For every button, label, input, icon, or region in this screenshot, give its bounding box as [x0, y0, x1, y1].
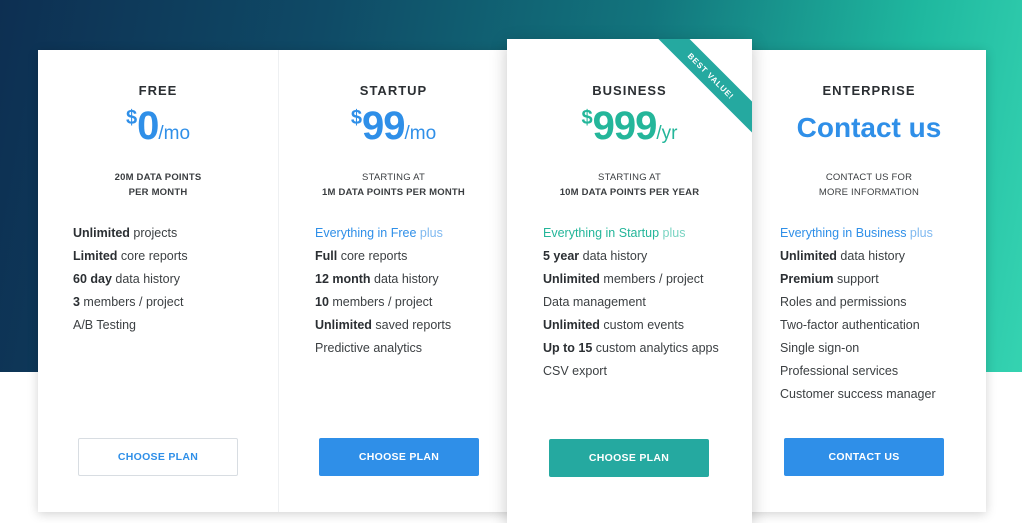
- feature-item: Premium support: [780, 272, 879, 286]
- feature-list: Everything in Startup plus 5 year data h…: [543, 222, 719, 383]
- plan-card-enterprise: ENTERPRISE Contact us CONTACT US FOR MOR…: [752, 50, 986, 512]
- plan-subtitle: STARTING AT 10M DATA POINTS PER YEAR: [507, 170, 752, 200]
- plan-name: BUSINESS: [592, 83, 667, 98]
- plan-subtitle-line1: CONTACT US FOR: [825, 172, 913, 183]
- plan-subtitle-line1: 20M DATA POINTS: [114, 172, 202, 183]
- feature-item: Professional services: [780, 364, 899, 378]
- feature-item: Unlimited members / project: [543, 272, 704, 286]
- plan-name: STARTUP: [359, 83, 428, 98]
- price-amount: 0: [137, 104, 159, 148]
- plan-subtitle-line2: MORE INFORMATION: [818, 187, 920, 198]
- feature-list: Everything in Business plus Unlimited da…: [780, 222, 936, 406]
- feature-item: Predictive analytics: [315, 341, 422, 355]
- plan-price-contact: Contact us: [796, 112, 942, 143]
- feature-list: Unlimited projects Limited core reports …: [73, 222, 188, 337]
- plan-price: $99/mo: [279, 106, 508, 146]
- plan-subtitle: CONTACT US FOR MORE INFORMATION: [752, 170, 986, 200]
- plan-card-business: BEST VALUE! BUSINESS $999/yr STARTING AT…: [507, 39, 752, 523]
- price-currency: $: [125, 107, 138, 129]
- feature-intro: Everything in Startup plus: [543, 226, 686, 240]
- feature-item: Unlimited custom events: [543, 318, 685, 332]
- price-currency: $: [350, 107, 362, 129]
- plan-price: $999/yr: [507, 106, 752, 146]
- plan-name: FREE: [138, 83, 178, 98]
- plan-subtitle-line2: 10M DATA POINTS PER YEAR: [559, 187, 700, 198]
- plan-price: $0/mo: [38, 106, 278, 146]
- price-period: /mo: [158, 123, 191, 144]
- feature-item: 5 year data history: [543, 249, 648, 263]
- price-amount: 99: [361, 104, 405, 148]
- price-period: /mo: [404, 123, 437, 144]
- plan-subtitle-line1: STARTING AT: [362, 172, 425, 183]
- feature-item: Limited core reports: [73, 249, 188, 263]
- feature-item: Two-factor authentication: [780, 318, 920, 332]
- plan-name: ENTERPRISE: [822, 83, 916, 98]
- feature-item: Roles and permissions: [780, 295, 907, 309]
- feature-item: Data management: [543, 295, 646, 309]
- price-period: /yr: [656, 123, 678, 144]
- plan-subtitle-line2: 1M DATA POINTS PER MONTH: [322, 187, 465, 198]
- plan-subtitle: 20M DATA POINTS PER MONTH: [38, 170, 278, 200]
- feature-item: 60 day data history: [73, 272, 181, 286]
- feature-intro: Everything in Free plus: [315, 226, 443, 240]
- plan-subtitle-line2: PER MONTH: [128, 187, 188, 198]
- plan-card-free: FREE $0/mo 20M DATA POINTS PER MONTH Unl…: [38, 50, 278, 512]
- feature-item: Unlimited data history: [780, 249, 906, 263]
- feature-item: Customer success manager: [780, 387, 936, 401]
- feature-item: 3 members / project: [73, 295, 184, 309]
- feature-item: CSV export: [543, 364, 607, 378]
- feature-item: Unlimited saved reports: [315, 318, 452, 332]
- feature-item: A/B Testing: [73, 318, 137, 332]
- feature-item: Unlimited projects: [73, 226, 178, 240]
- feature-list: Everything in Free plus Full core report…: [315, 222, 451, 360]
- feature-item: 10 members / project: [315, 295, 433, 309]
- choose-plan-button-startup[interactable]: CHOOSE PLAN: [319, 438, 479, 476]
- price-currency: $: [581, 107, 593, 129]
- feature-item: Full core reports: [315, 249, 408, 263]
- price-amount: 999: [592, 104, 658, 148]
- feature-intro: Everything in Business plus: [780, 226, 933, 240]
- contact-us-button[interactable]: CONTACT US: [784, 438, 944, 476]
- feature-item: Single sign-on: [780, 341, 860, 355]
- feature-item: Up to 15 custom analytics apps: [543, 341, 719, 355]
- plan-card-startup: STARTUP $99/mo STARTING AT 1M DATA POINT…: [278, 50, 508, 512]
- plan-subtitle: STARTING AT 1M DATA POINTS PER MONTH: [279, 170, 508, 200]
- plan-subtitle-line1: STARTING AT: [598, 172, 661, 183]
- choose-plan-button-business[interactable]: CHOOSE PLAN: [549, 439, 709, 477]
- choose-plan-button-free[interactable]: CHOOSE PLAN: [78, 438, 238, 476]
- feature-item: 12 month data history: [315, 272, 439, 286]
